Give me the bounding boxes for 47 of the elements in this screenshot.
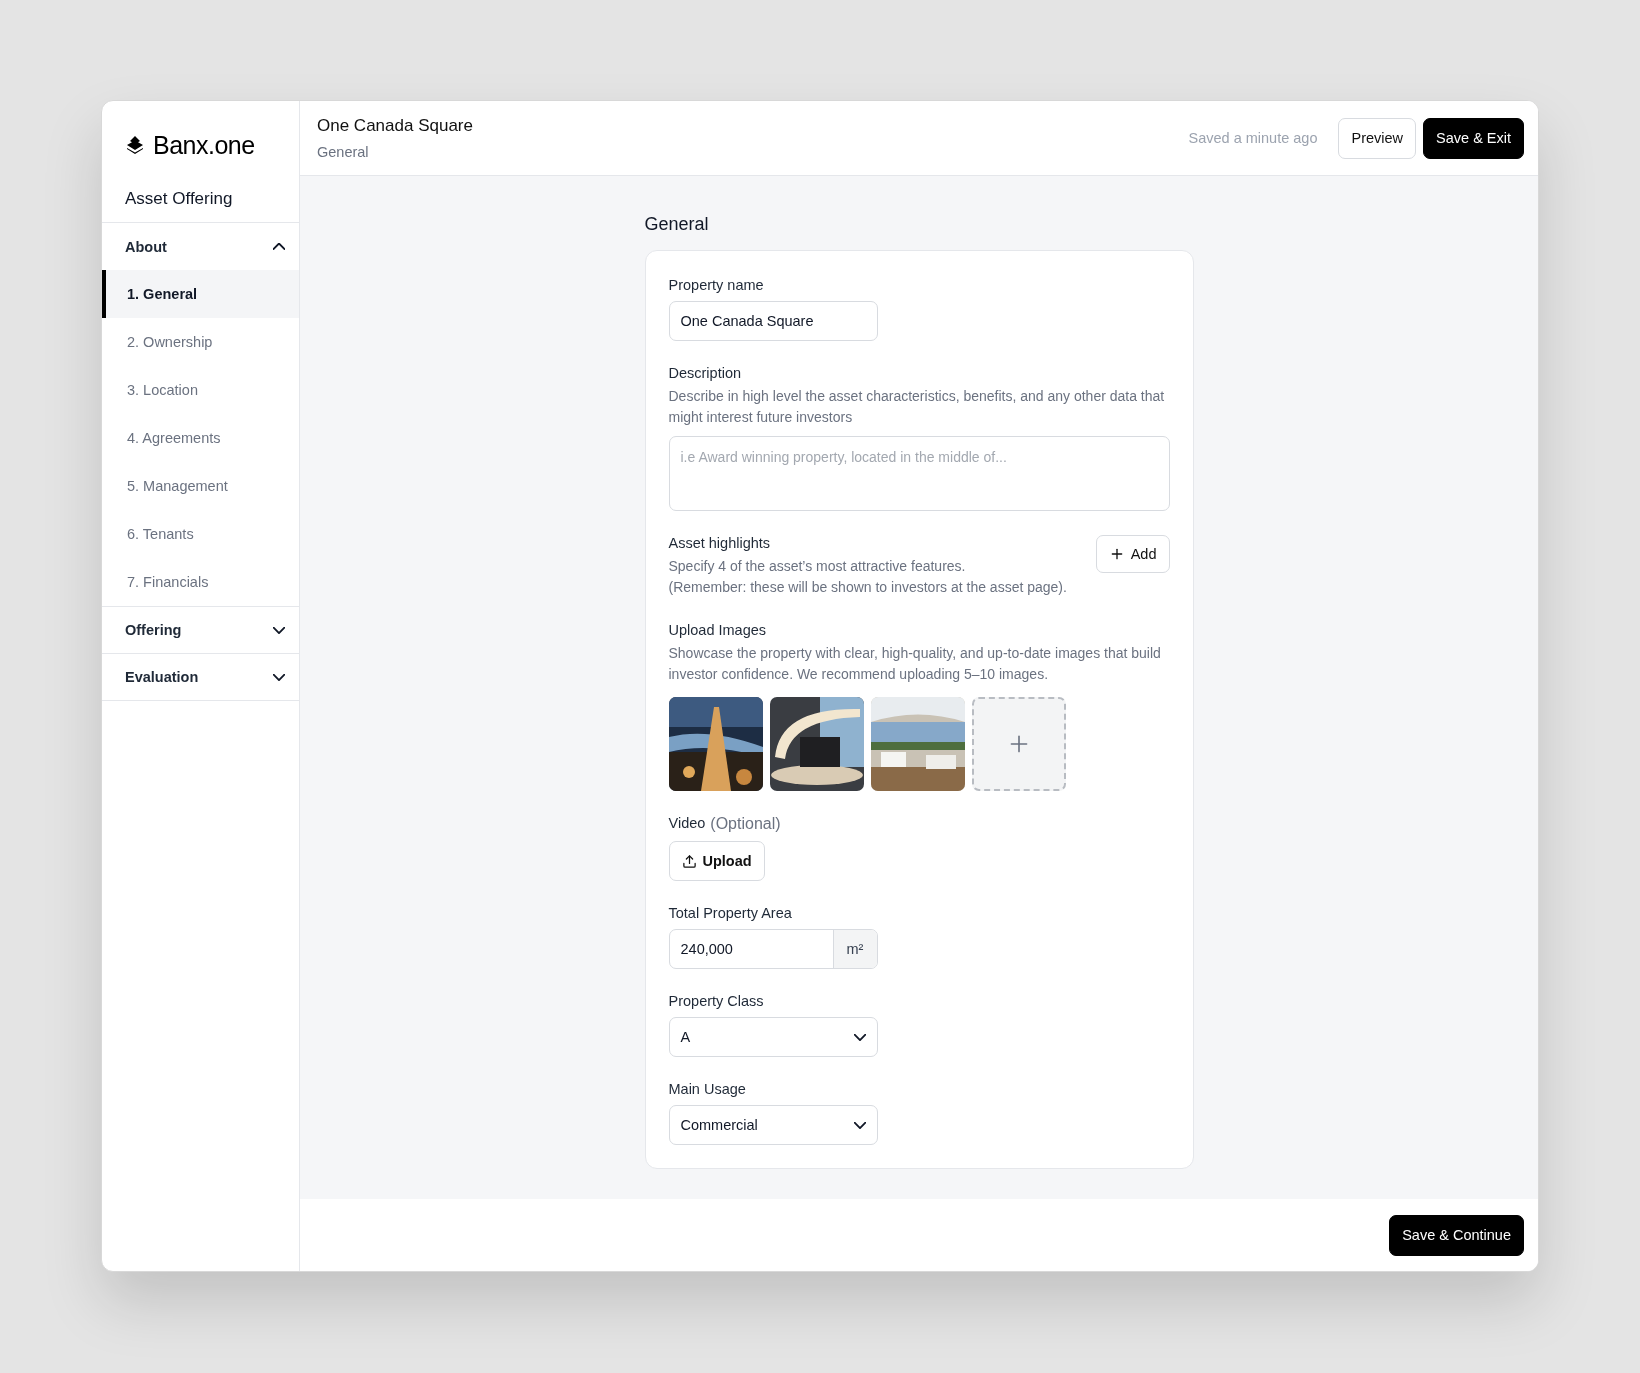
help-text: Showcase the property with clear, high-quality, and up-to-date images that build investor confidence. We recommend uploading 5–10 images.	[668, 644, 1162, 684]
chevron-up-icon	[273, 243, 285, 250]
input-field[interactable]: One Canada Square	[668, 301, 878, 341]
field-label: Video	[668, 815, 706, 833]
page-subtitle: General	[317, 144, 370, 160]
save-status: Saved a minute ago	[1188, 130, 1318, 146]
chevron-down-icon	[273, 673, 285, 681]
preview-button[interactable]: Preview	[1338, 117, 1417, 159]
field-label: Property Class	[668, 993, 765, 1009]
save-exit-button[interactable]: Save & Exit	[1423, 117, 1524, 159]
sidebar-group-header[interactable]: About	[102, 223, 299, 270]
sidebar-item[interactable]: 4. Agreements	[102, 414, 299, 462]
select-field[interactable]: Commercial	[668, 1105, 878, 1145]
select-field[interactable]: A	[668, 1017, 878, 1057]
sidebar-group-header[interactable]: Offering	[102, 607, 299, 654]
sidebar-item[interactable]: 7. Financials	[102, 558, 299, 606]
sidebar-item[interactable]: 5. Management	[102, 462, 299, 510]
sidebar-item[interactable]: 1. General	[102, 270, 299, 318]
logo-text: Banx.one	[153, 130, 255, 160]
optional-note: (Optional)	[710, 815, 781, 833]
chevron-down-icon	[853, 1033, 866, 1041]
section-title: General	[644, 214, 710, 235]
field-label: Main Usage	[668, 1081, 747, 1097]
sidebar-item[interactable]: 3. Location	[102, 366, 299, 414]
sidebar-item[interactable]: 6. Tenants	[102, 510, 299, 558]
sidebar-item[interactable]: 2. Ownership	[102, 318, 299, 366]
area-field[interactable]: 240,000 m²	[668, 929, 878, 969]
sidebar-title: Asset Offering	[102, 177, 299, 223]
help-text: Specify 4 of the asset’s most attractive features.	[668, 557, 967, 576]
chevron-down-icon	[273, 626, 285, 634]
unit-label: m²	[832, 930, 877, 968]
field-label: Total Property Area	[668, 905, 793, 921]
field-label: Description	[668, 365, 743, 381]
page-title: One Canada Square	[317, 116, 473, 136]
sidebar-group-header[interactable]: Evaluation	[102, 654, 299, 701]
help-text: (Remember: these will be shown to investors at the asset page).	[668, 578, 1067, 597]
add-button[interactable]: Add	[1095, 535, 1170, 573]
upload-button[interactable]: Upload	[668, 841, 765, 881]
upload-icon	[681, 853, 697, 869]
field-label: Property name	[668, 277, 765, 293]
chevron-down-icon	[853, 1121, 866, 1129]
save-continue-button[interactable]: Save & Continue	[1389, 1214, 1524, 1256]
logo-icon	[125, 135, 145, 155]
field-label: Asset highlights	[668, 535, 772, 551]
help-text: Describe in high level the asset characteristics, benefits, and any other data that might interest future investors	[668, 387, 1166, 427]
field-label: Upload Images	[668, 622, 768, 638]
add-image-tile[interactable]	[971, 697, 1066, 791]
